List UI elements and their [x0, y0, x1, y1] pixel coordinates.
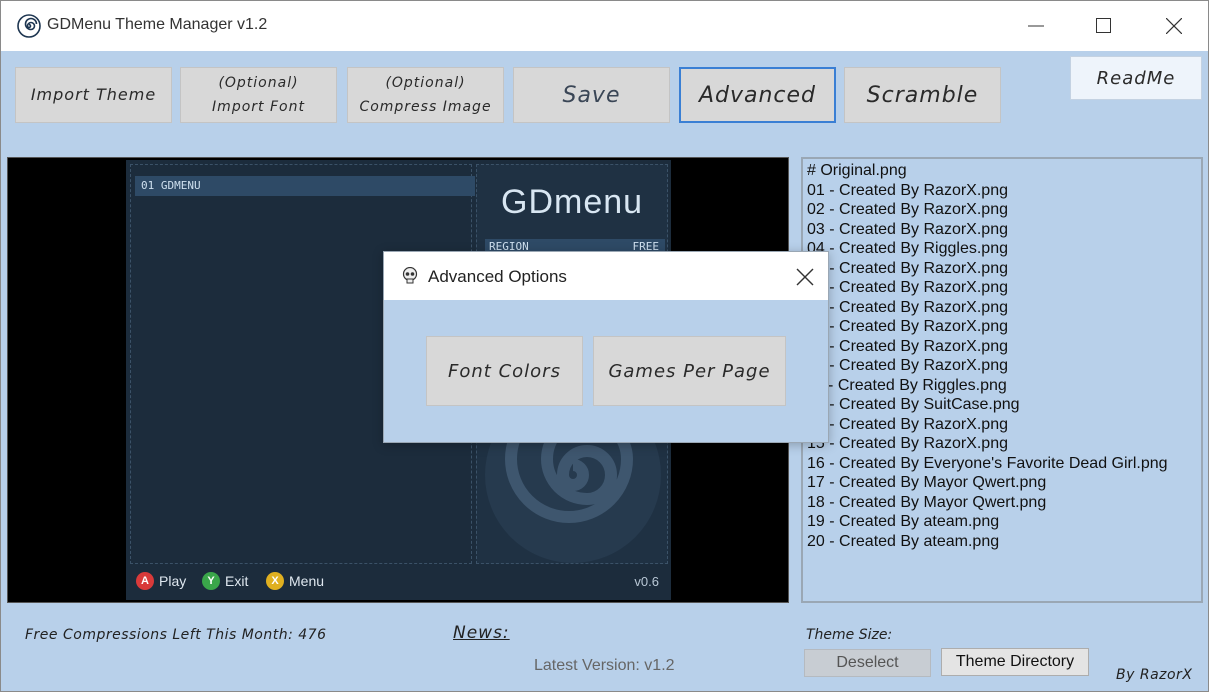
- y-button-icon: Y: [202, 572, 220, 590]
- list-item[interactable]: # Original.png: [807, 161, 1201, 181]
- compress-image-line1: (Optional): [385, 75, 466, 91]
- deselect-button[interactable]: Deselect: [804, 649, 931, 677]
- news-label: News:: [453, 623, 510, 643]
- list-item[interactable]: 13 - Created By RazorX.png: [807, 415, 1201, 435]
- advanced-label: Advanced: [698, 82, 817, 108]
- list-item[interactable]: 01 - Created By RazorX.png: [807, 181, 1201, 201]
- list-item[interactable]: 15 - Created By RazorX.png: [807, 434, 1201, 454]
- author-label: By RazorX: [1116, 667, 1193, 683]
- list-item[interactable]: 18 - Created By Mayor Qwert.png: [807, 493, 1201, 513]
- list-item[interactable]: 16 - Created By Everyone's Favorite Dead…: [807, 454, 1201, 474]
- close-dialog-button[interactable]: [790, 264, 820, 290]
- theme-size-label: Theme Size:: [806, 627, 893, 643]
- hint-exit-label: Exit: [225, 573, 249, 589]
- close-window-button[interactable]: [1139, 1, 1209, 51]
- list-item[interactable]: 04 - Created By Riggles.png: [807, 239, 1201, 259]
- close-icon: [1166, 18, 1182, 34]
- maximize-button[interactable]: [1069, 1, 1139, 51]
- readme-button[interactable]: ReadMe: [1070, 56, 1202, 100]
- import-font-line1: (Optional): [218, 75, 299, 91]
- hint-menu-label: Menu: [289, 573, 325, 589]
- compress-image-button[interactable]: (Optional) Compress Image: [347, 67, 504, 123]
- dialog-title-bar: Advanced Options: [384, 252, 828, 300]
- import-font-button[interactable]: (Optional) Import Font: [180, 67, 337, 123]
- title-bar: GDMenu Theme Manager v1.2: [1, 1, 1208, 51]
- font-colors-label: Font Colors: [448, 360, 561, 382]
- compress-image-line2: Compress Image: [359, 99, 492, 115]
- advanced-button[interactable]: Advanced: [679, 67, 836, 123]
- hint-menu: X Menu: [266, 572, 324, 590]
- theme-directory-label: Theme Directory: [955, 653, 1075, 670]
- list-item[interactable]: 06 - Created By RazorX.png: [807, 278, 1201, 298]
- gdmenu-logo: GDmenu: [501, 183, 644, 221]
- font-colors-button[interactable]: Font Colors: [426, 336, 583, 406]
- import-theme-button[interactable]: Import Theme: [15, 67, 172, 123]
- readme-label: ReadMe: [1096, 67, 1176, 89]
- dialog-title: Advanced Options: [428, 267, 567, 286]
- hint-play-label: Play: [159, 573, 187, 589]
- theme-list[interactable]: # Original.png 01 - Created By RazorX.pn…: [801, 157, 1203, 603]
- list-item[interactable]: 03 - Created By RazorX.png: [807, 220, 1201, 240]
- list-item[interactable]: 09 - Created By RazorX.png: [807, 337, 1201, 357]
- list-item[interactable]: 08 - Created By RazorX.png: [807, 317, 1201, 337]
- list-item[interactable]: 19 - Created By ateam.png: [807, 512, 1201, 532]
- app-window: GDMenu Theme Manager v1.2 Import Theme (…: [0, 0, 1209, 692]
- list-item[interactable]: 07 - Created By RazorX.png: [807, 298, 1201, 318]
- list-item[interactable]: 17 - Created By Mayor Qwert.png: [807, 473, 1201, 493]
- window-title: GDMenu Theme Manager v1.2: [47, 16, 268, 33]
- deselect-label: Deselect: [836, 654, 899, 671]
- save-label: Save: [562, 82, 621, 108]
- games-per-page-button[interactable]: Games Per Page: [593, 336, 786, 406]
- latest-version-label: Latest Version: v1.2: [534, 657, 675, 674]
- list-item[interactable]: 11 - Created By Riggles.png: [807, 376, 1201, 396]
- selected-game: 01 GDMENU: [135, 176, 475, 196]
- maximize-icon: [1096, 18, 1111, 33]
- import-font-line2: Import Font: [212, 99, 305, 115]
- list-item[interactable]: 20 - Created By ateam.png: [807, 532, 1201, 552]
- advanced-options-dialog: Advanced Options Font Colors Games Per P…: [383, 251, 829, 443]
- gdmenu-version: v0.6: [634, 574, 659, 589]
- hint-play: A Play: [136, 572, 186, 590]
- theme-directory-button[interactable]: Theme Directory: [941, 648, 1089, 676]
- save-button[interactable]: Save: [513, 67, 670, 123]
- games-per-page-label: Games Per Page: [608, 360, 771, 382]
- hint-exit: Y Exit: [202, 572, 248, 590]
- skull-icon: [402, 267, 418, 284]
- scramble-label: Scramble: [866, 82, 979, 108]
- list-item[interactable]: 12 - Created By SuitCase.png: [807, 395, 1201, 415]
- list-item[interactable]: 02 - Created By RazorX.png: [807, 200, 1201, 220]
- import-theme-label: Import Theme: [30, 85, 157, 104]
- list-item[interactable]: 05 - Created By RazorX.png: [807, 259, 1201, 279]
- x-button-icon: X: [266, 572, 284, 590]
- control-hints: A Play Y Exit X Menu v0.6: [130, 566, 667, 596]
- free-compressions-label: Free Compressions Left This Month: 476: [25, 627, 327, 643]
- swirl-logo-icon: [17, 14, 41, 38]
- scramble-button[interactable]: Scramble: [844, 67, 1001, 123]
- minimize-button[interactable]: [1001, 1, 1071, 51]
- minimize-icon: [1028, 25, 1044, 27]
- list-item[interactable]: 10 - Created By RazorX.png: [807, 356, 1201, 376]
- a-button-icon: A: [136, 572, 154, 590]
